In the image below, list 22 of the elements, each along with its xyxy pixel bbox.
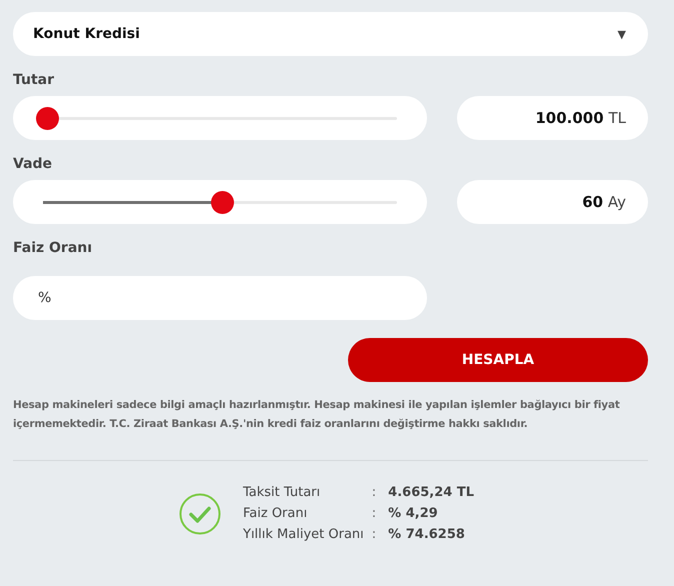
slider-handle[interactable] — [210, 190, 234, 214]
result-label: Yıllık Maliyet Oranı — [243, 527, 364, 542]
result-value: % 74.6258 — [388, 527, 466, 542]
disclaimer-text: Hesap makineleri sadece bilgi amaçlı hazırlanmıştır. Hesap makinesi ile yapılan işlemler bağlayıcı bir fiyat içermemektedir. T.C. Ziraat Bankası A.Ş.'nin kredi faiz oranlarını değiştirme hakkı saklıdır. — [13, 398, 621, 432]
value-field[interactable]: 100.000 TL — [457, 96, 648, 140]
calculate-button[interactable]: HESAPLA — [348, 338, 648, 382]
separator-text: : — [372, 506, 376, 521]
field-label: Vade — [13, 156, 54, 174]
result-value: 4.665,24 TL — [388, 485, 474, 500]
loan-type-dropdown[interactable]: Konut Kredisi ▼ — [13, 12, 648, 56]
result-label: Taksit Tutarı — [243, 485, 322, 500]
value-field[interactable]: 60 Ay — [457, 180, 648, 224]
field-label: Faiz Oranı — [13, 240, 94, 258]
check-icon — [179, 492, 221, 534]
result-label: Faiz Oranı — [243, 506, 308, 521]
separator-text: : — [372, 485, 376, 500]
slider-handle[interactable] — [36, 106, 59, 130]
result-value: % 4,29 — [388, 506, 439, 521]
interest-rate-field[interactable]: % — [13, 276, 427, 320]
caret-icon: ▼ — [618, 28, 626, 40]
separator-text: : — [372, 527, 376, 542]
field-label: Tutar — [13, 72, 56, 90]
